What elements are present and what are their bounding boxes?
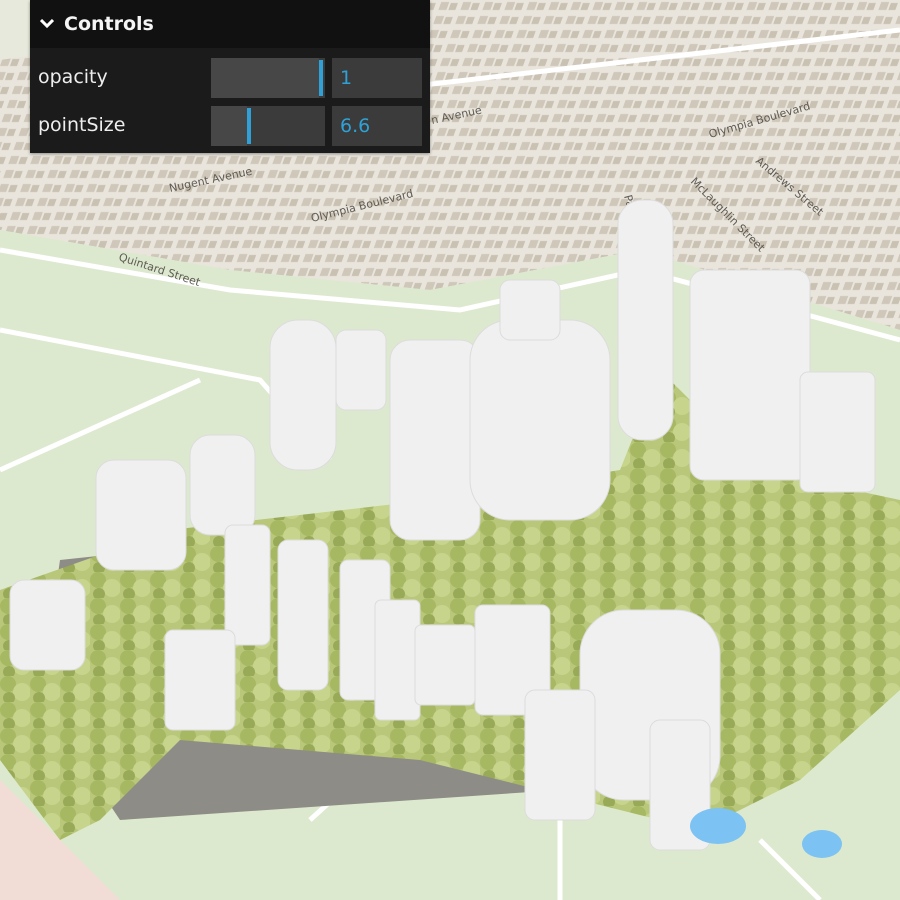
slider-fill: [211, 58, 319, 98]
opacity-control: opacity 1: [30, 58, 430, 98]
slider-handle[interactable]: [319, 60, 323, 96]
opacity-input[interactable]: 1: [332, 58, 422, 98]
controls-header[interactable]: Controls: [30, 0, 430, 48]
chevron-down-icon[interactable]: [38, 15, 56, 33]
control-label: opacity: [38, 66, 108, 88]
pointsize-control: pointSize 6.6: [30, 106, 430, 146]
slider-fill: [211, 106, 247, 146]
opacity-slider[interactable]: [211, 58, 325, 98]
controls-title: Controls: [64, 13, 154, 35]
pointsize-input[interactable]: 6.6: [332, 106, 422, 146]
pointsize-slider[interactable]: [211, 106, 325, 146]
controls-panel: Controls opacity 1 pointSize 6.6: [30, 0, 430, 153]
slider-handle[interactable]: [247, 108, 251, 144]
control-label: pointSize: [38, 114, 126, 136]
